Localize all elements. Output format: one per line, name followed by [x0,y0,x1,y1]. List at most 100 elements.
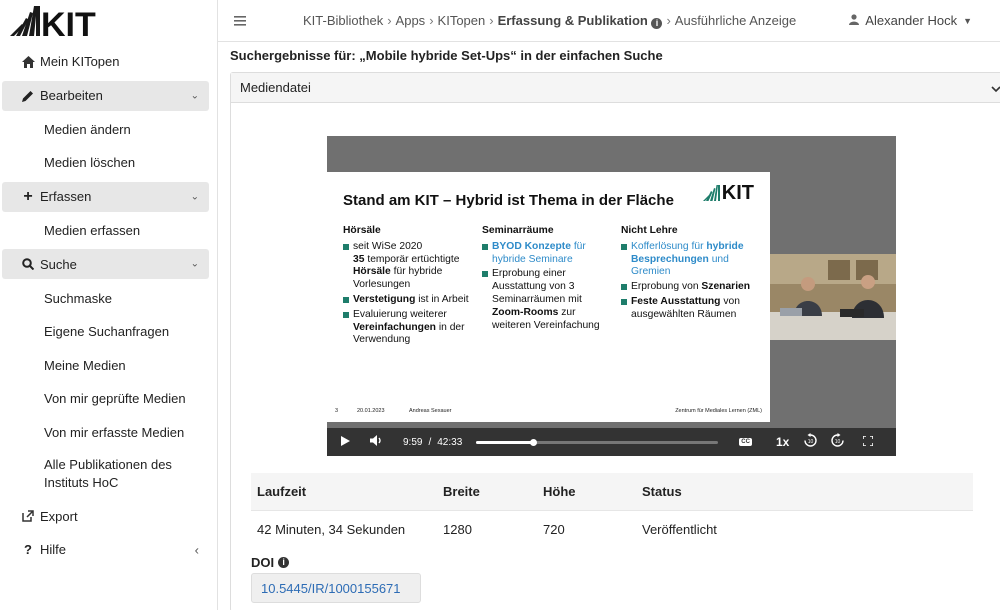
plus-icon: + [23,187,33,205]
slide-author: Andreas Sexauer [409,408,452,414]
sidebar-item-label: Von mir erfasste Medien [44,425,185,441]
breadcrumb-separator: › [429,13,434,28]
slide-organization: Zentrum für Mediales Lernen (ZML) [675,408,762,414]
bullet-text: temporär ertüchtigte [364,253,460,265]
bullet: BYOD Konzepte für hybride Seminare [482,241,612,267]
kit-logo[interactable]: KIT [0,0,217,44]
sidebar-item-label: Meine Medien [44,357,126,373]
question-icon: ? [24,542,32,558]
cell-status: Veröffentlicht [642,521,717,537]
breadcrumb-item[interactable]: KIT-Bibliothek [303,13,383,28]
doi-label-text: DOI [251,555,275,570]
sidebar-item-erfasste-medien[interactable]: Von mir erfasste Medien [0,416,217,450]
sidebar-item-eigene-suchanfragen[interactable]: Eigene Suchanfragen [0,315,217,349]
closed-captions-button[interactable]: CC [739,438,752,446]
media-file-panel: Mediendatei Stand am KIT – Hybrid ist Th… [230,72,1000,610]
video-player[interactable]: Stand am KIT – Hybrid ist Thema in der F… [327,136,896,456]
slide-kit-logo: KIT [702,183,754,203]
kit-logo-icon [702,185,720,201]
sidebar-item-label: Export [40,508,78,524]
home-icon [18,55,38,68]
search-icon [18,258,38,271]
volume-icon[interactable] [370,435,383,449]
sidebar-item-medien-loeschen[interactable]: Medien löschen [0,146,217,180]
sidebar-item-suche[interactable]: Suche ⌄ [2,249,209,280]
column-header-breite: Breite [443,484,480,499]
svg-text:KIT: KIT [41,6,96,38]
current-time: 9:59 [403,436,423,448]
bullet-text-bold: 35 [353,253,365,265]
caret-down-icon: ▼ [963,15,972,26]
sidebar: KIT Mein KITopen Bearbeiten ⌄ Medien änd… [0,0,218,610]
bullet-text: Erprobung einer Ausstattung von 3 Semina… [492,268,582,305]
progress-bar[interactable] [476,438,719,446]
column-header-hoehe: Höhe [543,484,576,499]
sidebar-item-hilfe[interactable]: ? Hilfe ‹ [0,533,217,567]
bullet: Verstetigung ist in Arbeit [343,294,478,307]
sidebar-item-alle-publikationen[interactable]: Alle Publikationen des Instituts HoC [0,449,217,499]
pencil-icon [18,90,38,102]
sidebar-item-gepruefte-medien[interactable]: Von mir geprüfte Medien [0,382,217,416]
chevron-left-icon: ‹ [194,542,199,558]
breadcrumb-item: Ausführliche Anzeige [674,13,797,28]
sidebar-item-medien-aendern[interactable]: Medien ändern [0,113,217,147]
info-icon[interactable]: i [278,557,290,568]
doi-link[interactable]: 10.5445/IR/1000155671 [251,573,421,603]
play-icon[interactable] [341,435,350,449]
sidebar-item-meine-medien[interactable]: Meine Medien [0,349,217,383]
sidebar-item-label: Suchmaske [44,290,112,306]
breadcrumb-separator: › [489,13,494,28]
column-header-status: Status [642,484,682,499]
user-name: Alexander Hock [865,13,958,28]
cell-breite: 1280 [443,521,472,537]
bullet-text: Erprobung von [631,281,702,293]
forward-10-icon[interactable]: 10 [830,433,845,451]
bullet-text-bold: Hörsäle [353,266,391,278]
sidebar-item-suchmaske[interactable]: Suchmaske [0,281,217,315]
user-menu[interactable]: Alexander Hock ▼ [849,13,972,28]
speaker-camera-view [770,254,896,340]
chevron-down-icon: ⌄ [190,191,199,203]
sidebar-nav: Mein KITopen Bearbeiten ⌄ Medien ändern … [0,45,217,567]
progress-handle[interactable] [530,438,538,446]
bullet-text: ist in Arbeit [415,293,469,305]
bullet-text-bold: Feste Ausstattung [631,295,721,307]
sidebar-item-label: Eigene Suchanfragen [44,324,170,340]
bullet: seit WiSe 2020 35 temporär ertüchtigte Hör… [343,241,478,292]
sidebar-item-label: Medien löschen [44,155,136,171]
table-row: 42 Minuten, 34 Sekunden 1280 720 Veröffe… [251,510,973,547]
panel-header[interactable]: Mediendatei [231,73,1000,103]
column-header-laufzeit: Laufzeit [257,484,307,499]
sidebar-item-medien-erfassen[interactable]: Medien erfassen [0,214,217,248]
column-heading: Nicht Lehre [621,225,678,236]
hamburger-menu-icon[interactable] [234,14,246,29]
sidebar-item-erfassen[interactable]: + Erfassen ⌄ [2,181,209,212]
sidebar-item-mein-kitopen[interactable]: Mein KITopen [0,45,217,79]
fullscreen-icon[interactable] [862,434,875,449]
info-icon[interactable]: i [651,18,663,29]
rewind-10-icon[interactable]: 10 [803,433,818,451]
breadcrumb: KIT-Bibliothek › Apps › KITopen › Erfassung & … [303,13,796,29]
sidebar-item-label: Von mir geprüfte Medien [44,391,186,407]
breadcrumb-item[interactable]: KITopen [438,13,486,28]
slide-column-hoersaele: Hörsäle seit WiSe 2020 35 temporär ertüch… [343,225,478,349]
progress-fill [476,440,534,444]
bullet-text-bold: Verstetigung [353,293,416,305]
bullet-text-bold: Zoom-Rooms [492,306,559,318]
sidebar-item-label: Medien erfassen [44,223,141,239]
sidebar-item-export[interactable]: Export [0,499,217,533]
bullet: Evaluierung weiterer Vereinfachungen in … [343,309,478,347]
sidebar-item-bearbeiten[interactable]: Bearbeiten ⌄ [2,80,209,111]
chevron-down-icon: ⌄ [190,90,199,102]
chevron-down-icon: ⌄ [190,258,199,270]
cell-hoehe: 720 [543,521,565,537]
playback-speed-button[interactable]: 1x [776,435,789,449]
breadcrumb-item[interactable]: Apps [396,13,426,28]
external-link-icon [18,510,38,522]
main-content: Suchergebnisse für: „Mobile hybride Set-… [218,42,1000,610]
table-header-row: Laufzeit Breite Höhe Status [251,473,973,510]
breadcrumb-item-current-section[interactable]: Erfassung & Publikation [498,13,648,28]
search-results-title: Suchergebnisse für: „Mobile hybride Set-… [230,48,663,63]
column-heading: Seminarräume [482,225,554,236]
bullet-text-bold: Vereinfachungen [353,321,436,333]
